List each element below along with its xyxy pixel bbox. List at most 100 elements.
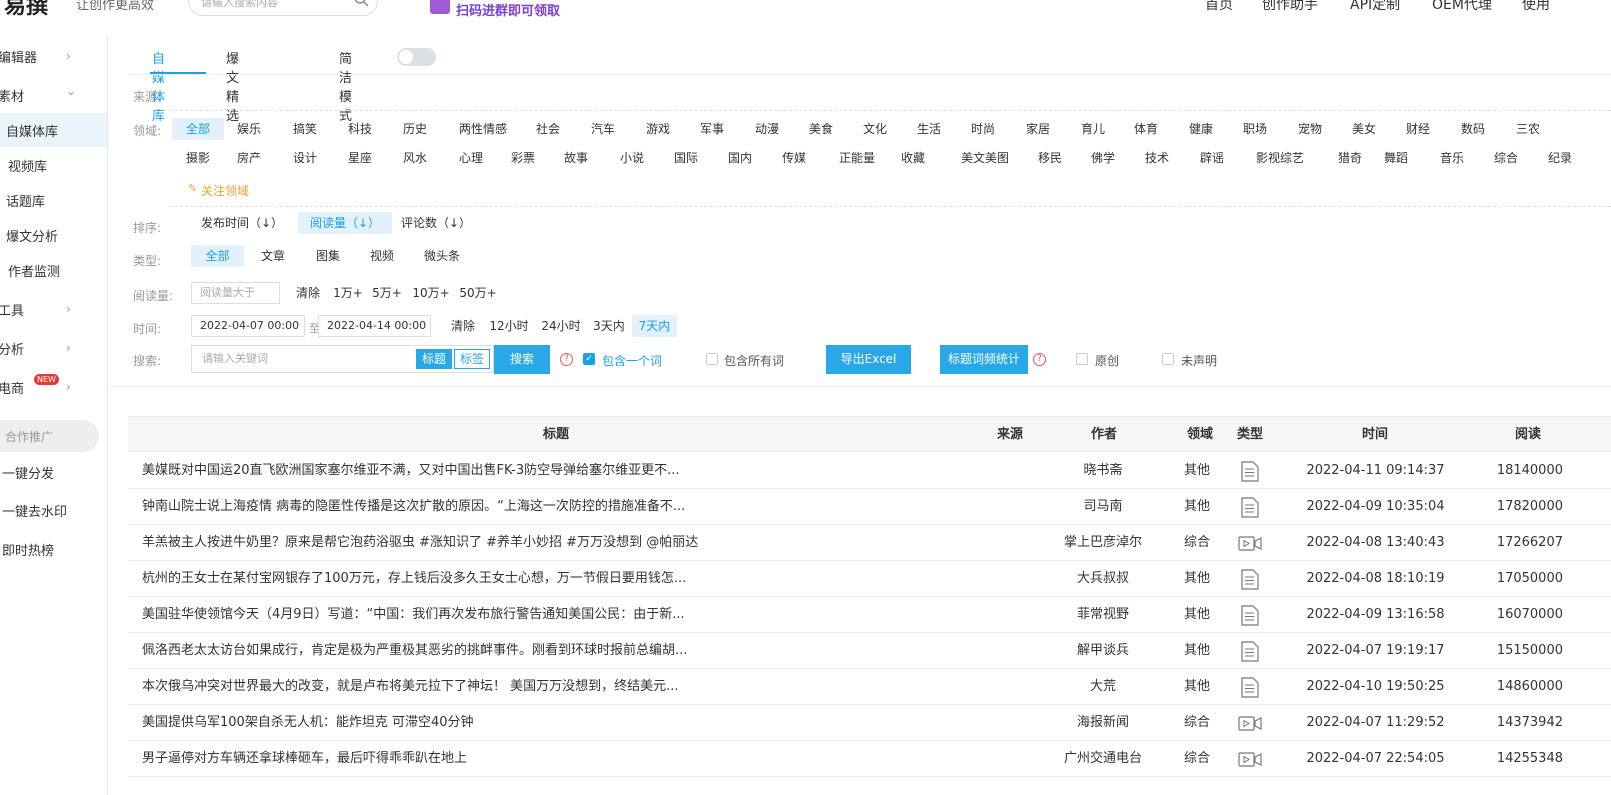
table-row[interactable]: 本次俄乌冲突对世界最大的改变，就是卢布将美元拉下了神坛！ 美国万万没想到，终结美… [128,669,1611,705]
domain-tag[interactable]: 纪录 [1540,147,1580,169]
domain-tag[interactable]: 收藏 [893,147,933,169]
domain-tag[interactable]: 职场 [1235,118,1275,140]
row-title-link[interactable]: 美国提供乌军100架自杀无人机：能炸坦克 可滞空40分钟 [142,705,722,741]
row-author[interactable]: 掌上巴彦淖尔 [1048,525,1158,561]
type-gallery[interactable]: 图集 [309,245,347,267]
domain-tag[interactable]: 美文美图 [955,147,1015,169]
nav-api[interactable]: API定制 [1350,0,1400,14]
time-12h[interactable]: 12小时 [488,315,530,337]
domain-tag[interactable]: 动漫 [747,118,787,140]
col-source[interactable]: 来源 [988,417,1032,453]
original-label[interactable]: 原创 [1095,352,1119,369]
domain-tag[interactable]: 辟谣 [1192,147,1232,169]
row-author[interactable]: 广州交通电台 [1048,741,1158,777]
table-row[interactable]: 美国驻华使领馆今天（4月9日）写道：“中国：我们再次发布旅行警告通知美国公民：由… [128,597,1611,633]
sidebar-item-author-monitor[interactable]: 作者监测 [0,253,60,287]
tab-viral-picks[interactable]: 爆文精选 [226,48,239,124]
table-row[interactable]: 男子逼停对方车辆还拿球棒砸车，最后吓得乖乖趴在地上 广州交通电台 综合 2022-04… [128,741,1611,777]
domain-tag[interactable]: 时尚 [963,118,1003,140]
nav-oem[interactable]: OEM代理 [1432,0,1492,14]
domain-tag[interactable]: 小说 [612,147,652,169]
table-row[interactable]: 佩洛西老太太访台如果成行，肯定是极为严重极其恶劣的挑衅事件。刚看到环球时报前总编… [128,633,1611,669]
undeclared-label[interactable]: 未声明 [1181,352,1217,369]
domain-tag[interactable]: 娱乐 [229,118,269,140]
domain-tag[interactable]: 汽车 [583,118,623,140]
domain-tag[interactable]: 心理 [451,147,491,169]
col-type[interactable]: 类型 [1230,417,1270,453]
header-search-input[interactable]: 请输入搜索内容 [188,0,378,16]
type-video[interactable]: 视频 [363,245,401,267]
reads-10k[interactable]: 1万+ [333,282,363,304]
contains-all-label[interactable]: 包含所有词 [724,352,784,369]
domain-tag[interactable]: 正能量 [828,147,886,169]
row-title-link[interactable]: 羊羔被主人按进牛奶里？原来是帮它泡药浴驱虫 #涨知识了 #养羊小妙招 #万万没想… [142,525,722,561]
type-all[interactable]: 全部 [191,245,244,267]
reads-50k[interactable]: 5万+ [372,282,402,304]
reads-min-input[interactable]: 阅读量大于 [191,282,280,304]
nav-usage[interactable]: 使用 [1522,0,1550,14]
domain-tag[interactable]: 国际 [666,147,706,169]
sidebar-item-editor[interactable]: 编辑器 › [0,39,100,73]
domain-tag[interactable]: 摄影 [172,147,224,169]
domain-tag[interactable]: 移民 [1030,147,1070,169]
row-title-link[interactable]: 佩洛西老太太访台如果成行，肯定是极为严重极其恶劣的挑衅事件。刚看到环球时报前总编… [142,633,722,669]
domain-tag[interactable]: 历史 [395,118,435,140]
domain-tag[interactable]: 彩票 [503,147,543,169]
row-author[interactable]: 海报新闻 [1048,705,1158,741]
sidebar-item-video-library[interactable]: 视频库 [0,148,47,182]
scope-tag-toggle[interactable]: 标签 [454,349,490,369]
sort-publish-time[interactable]: 发布时间（↓） [196,212,288,234]
sidebar-item-material[interactable]: 素材 ⌄ [0,78,100,112]
col-domain[interactable]: 领域 [1180,417,1220,453]
domain-tag[interactable]: 育儿 [1073,118,1113,140]
promo-banner[interactable]: 扫码进群即可领取 [456,0,560,18]
sidebar-item-one-click-publish[interactable]: 一键分发 [0,455,54,489]
title-stats-button[interactable]: 标题词频统计 [940,345,1028,374]
follow-domain-link[interactable]: 关注领域 [201,182,249,199]
nav-writing-assistant[interactable]: 创作助手 [1262,0,1318,14]
col-title[interactable]: 标题 [428,417,684,453]
contains-one-label[interactable]: 包含一个词 [602,352,662,369]
domain-tag[interactable]: 生活 [909,118,949,140]
domain-tag[interactable]: 房产 [229,147,269,169]
domain-tag[interactable]: 传媒 [774,147,814,169]
sidebar-item-hot-list[interactable]: 即时热榜 [0,532,54,566]
help-icon[interactable]: ? [560,353,573,366]
row-author[interactable]: 解甲谈兵 [1048,633,1158,669]
domain-tag[interactable]: 风水 [395,147,435,169]
domain-tag[interactable]: 体育 [1126,118,1166,140]
search-icon[interactable] [353,0,369,7]
domain-tag[interactable]: 舞蹈 [1376,147,1416,169]
domain-tag[interactable]: 猎奇 [1330,147,1370,169]
domain-tag[interactable]: 数码 [1453,118,1493,140]
original-checkbox[interactable] [1076,353,1088,365]
simple-mode-toggle[interactable] [397,48,436,66]
contains-one-checkbox[interactable]: ✓ [583,353,595,365]
row-title-link[interactable]: 本次俄乌冲突对世界最大的改变，就是卢布将美元拉下了神坛！ 美国万万没想到，终结美… [142,669,722,705]
help-icon[interactable]: ? [1033,353,1046,366]
domain-tag[interactable]: 全部 [172,118,224,140]
time-clear-button[interactable]: 清除 [447,315,479,337]
domain-tag[interactable]: 美女 [1344,118,1384,140]
domain-tag[interactable]: 综合 [1486,147,1526,169]
reads-clear-button[interactable]: 清除 [292,282,324,304]
time-from-input[interactable]: 2022-04-07 00:00 [191,315,305,337]
row-title-link[interactable]: 男子逼停对方车辆还拿球棒砸车，最后吓得乖乖趴在地上 [142,741,722,777]
domain-tag[interactable]: 家居 [1018,118,1058,140]
domain-tag[interactable]: 两性情感 [451,118,515,140]
domain-tag[interactable]: 国内 [720,147,760,169]
domain-tag[interactable]: 社会 [528,118,568,140]
col-reads[interactable]: 阅读 [1498,417,1558,453]
logo[interactable]: 易撰 [4,0,48,18]
col-time[interactable]: 时间 [1345,417,1405,453]
row-author[interactable]: 菲常视野 [1048,597,1158,633]
time-7d[interactable]: 7天内 [632,315,677,337]
row-author[interactable]: 大兵叔叔 [1048,561,1158,597]
type-article[interactable]: 文章 [254,245,292,267]
time-3d[interactable]: 3天内 [590,315,628,337]
sidebar-item-partner[interactable]: 合作推广 [0,420,99,452]
reads-500k[interactable]: 50万+ [459,282,497,304]
domain-tag[interactable]: 美食 [801,118,841,140]
row-title-link[interactable]: 杭州的王女士在某付宝网银存了100万元，存上钱后没多久王女士心想，万一节假日要用… [142,561,722,597]
table-row[interactable]: 羊羔被主人按进牛奶里？原来是帮它泡药浴驱虫 #涨知识了 #养羊小妙招 #万万没想… [128,525,1611,561]
